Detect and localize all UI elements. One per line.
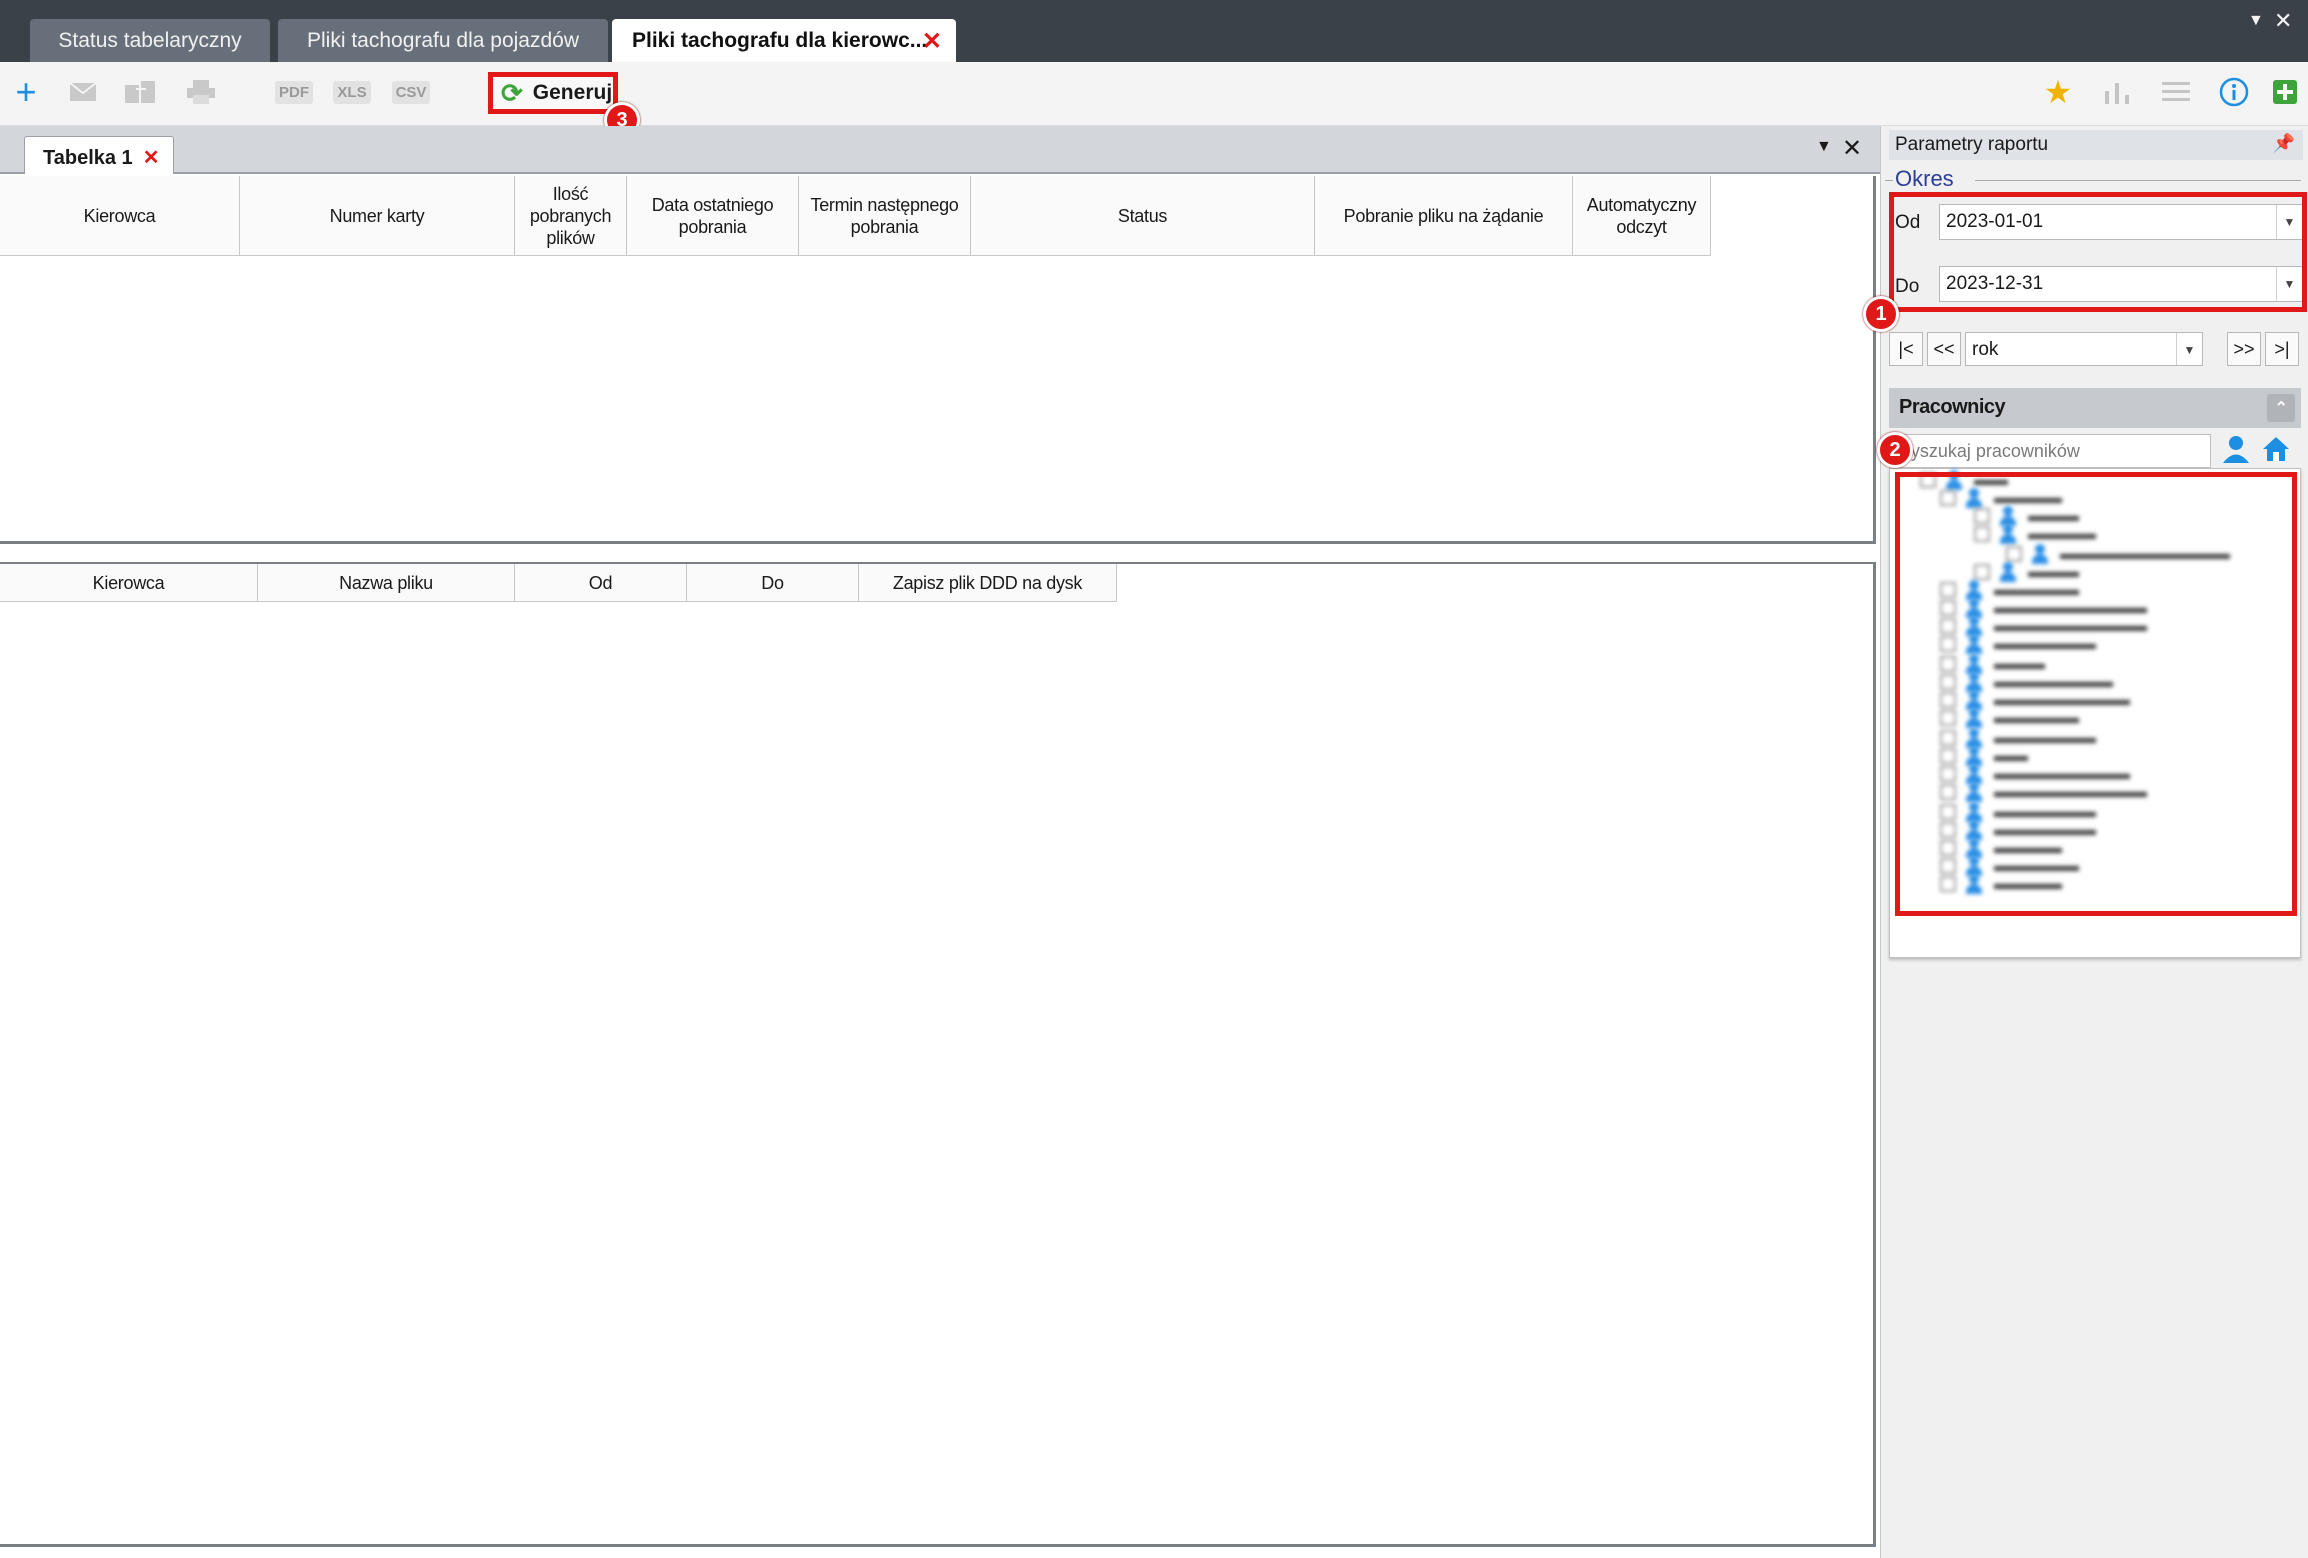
add-icon[interactable]: +: [10, 71, 42, 112]
close-tab-icon[interactable]: ✕: [922, 27, 942, 56]
next-period-button[interactable]: >>: [2227, 332, 2261, 366]
tab-status-tabelaryczny[interactable]: Status tabelaryczny: [30, 19, 270, 62]
xls-export-button[interactable]: XLS: [328, 72, 376, 112]
column-header[interactable]: Numer karty: [240, 176, 515, 256]
panel-title: Parametry raportu 📌: [1889, 130, 2303, 160]
dropdown-tabs-icon[interactable]: ▼: [2248, 12, 2264, 30]
column-header[interactable]: Ilość pobranych plików: [515, 176, 627, 256]
callout-badge-2: 2: [1877, 432, 1913, 468]
chart-icon[interactable]: [2100, 72, 2134, 112]
xls-icon: XLS: [333, 80, 371, 104]
column-header[interactable]: Automatyczny odczyt: [1573, 176, 1711, 256]
column-header[interactable]: Status: [971, 176, 1315, 256]
chevron-down-icon[interactable]: ▼: [2176, 333, 2202, 365]
employees-section-header[interactable]: Pracownicy ⌃: [1889, 388, 2301, 428]
highlight-box-period: [1889, 192, 2307, 312]
close-subtab-icon[interactable]: ✕: [143, 147, 160, 169]
subtab-bar: Tabelka 1 ✕ ▼ ✕: [0, 126, 1880, 174]
divider: [1975, 180, 2301, 181]
callout-badge-1: 1: [1863, 296, 1899, 332]
generate-label: Generuj: [532, 81, 613, 104]
home-icon[interactable]: [2259, 434, 2293, 468]
pdf-icon: PDF: [275, 80, 313, 104]
period-type-select[interactable]: rok ▼: [1965, 332, 2203, 366]
tab-pliki-kierowcow[interactable]: Pliki tachografu dla kierowc... ✕: [612, 19, 956, 62]
tab-label: Pliki tachografu dla pojazdów: [307, 29, 579, 52]
export-icon[interactable]: [122, 72, 160, 112]
first-period-button[interactable]: |<: [1889, 332, 1923, 366]
refresh-icon: ⟳: [501, 77, 523, 108]
report-area: Tabelka 1 ✕ ▼ ✕ Kierowca Numer karty Iloś…: [0, 126, 1880, 1558]
list-view-icon[interactable]: [2158, 72, 2194, 112]
column-header[interactable]: Kierowca: [0, 176, 240, 256]
column-header[interactable]: Od: [515, 564, 687, 602]
email-icon[interactable]: [66, 72, 100, 112]
tab-label: Status tabelaryczny: [58, 29, 242, 52]
previous-period-button[interactable]: <<: [1927, 332, 1961, 366]
info-icon[interactable]: [2216, 72, 2252, 112]
drivers-table-header: Kierowca Numer karty Ilość pobranych pli…: [0, 176, 1711, 256]
close-window-icon[interactable]: ✕: [2274, 8, 2292, 34]
column-header[interactable]: Kierowca: [0, 564, 258, 602]
column-header[interactable]: Termin następnego pobrania: [799, 176, 971, 256]
column-header[interactable]: Data ostatniego pobrania: [627, 176, 799, 256]
user-icon[interactable]: [2219, 434, 2253, 468]
tab-label: Pliki tachografu dla kierowc...: [632, 29, 928, 52]
print-icon[interactable]: [184, 72, 218, 112]
last-period-button[interactable]: >|: [2265, 332, 2299, 366]
dropdown-icon[interactable]: ▼: [1816, 138, 1832, 156]
column-header[interactable]: Pobranie pliku na żądanie: [1315, 176, 1573, 256]
highlight-box-employees: [1895, 472, 2297, 916]
report-parameters-panel: Parametry raportu 📌 Okres Od 2023-01-01 …: [1863, 126, 2308, 1558]
add-green-icon[interactable]: [2270, 72, 2300, 112]
generate-button[interactable]: ⟳ Generuj: [488, 72, 618, 114]
main-toolbar: + PDF XLS CSV ⟳ Generuj 3 ★: [0, 62, 2308, 138]
employee-search-input[interactable]: Wyszukaj pracowników: [1889, 434, 2211, 468]
files-table: Kierowca Nazwa pliku Od Do Zapisz plik D…: [0, 562, 1876, 1547]
close-panel-icon[interactable]: ✕: [1842, 134, 1862, 163]
csv-icon: CSV: [391, 80, 431, 104]
drivers-table: Kierowca Numer karty Ilość pobranych pli…: [0, 176, 1876, 544]
favorite-star-icon[interactable]: ★: [2040, 72, 2076, 112]
files-table-header: Kierowca Nazwa pliku Od Do Zapisz plik D…: [0, 564, 1117, 602]
document-tab-strip: Status tabelaryczny Pliki tachografu dla…: [0, 0, 2308, 62]
column-header[interactable]: Zapisz plik DDD na dysk: [859, 564, 1117, 602]
subtab-label: Tabelka 1: [43, 147, 133, 169]
divider: [1885, 180, 1893, 181]
tab-pliki-pojazdow[interactable]: Pliki tachografu dla pojazdów: [278, 19, 608, 62]
pin-icon[interactable]: 📌: [2273, 133, 2295, 154]
period-group-label: Okres: [1895, 166, 1954, 191]
column-header[interactable]: Nazwa pliku: [258, 564, 515, 602]
column-header[interactable]: Do: [687, 564, 859, 602]
pdf-export-button[interactable]: PDF: [270, 72, 318, 112]
collapse-icon[interactable]: ⌃: [2267, 394, 2295, 422]
subtab-tabelka-1[interactable]: Tabelka 1 ✕: [24, 136, 174, 174]
csv-export-button[interactable]: CSV: [386, 72, 436, 112]
